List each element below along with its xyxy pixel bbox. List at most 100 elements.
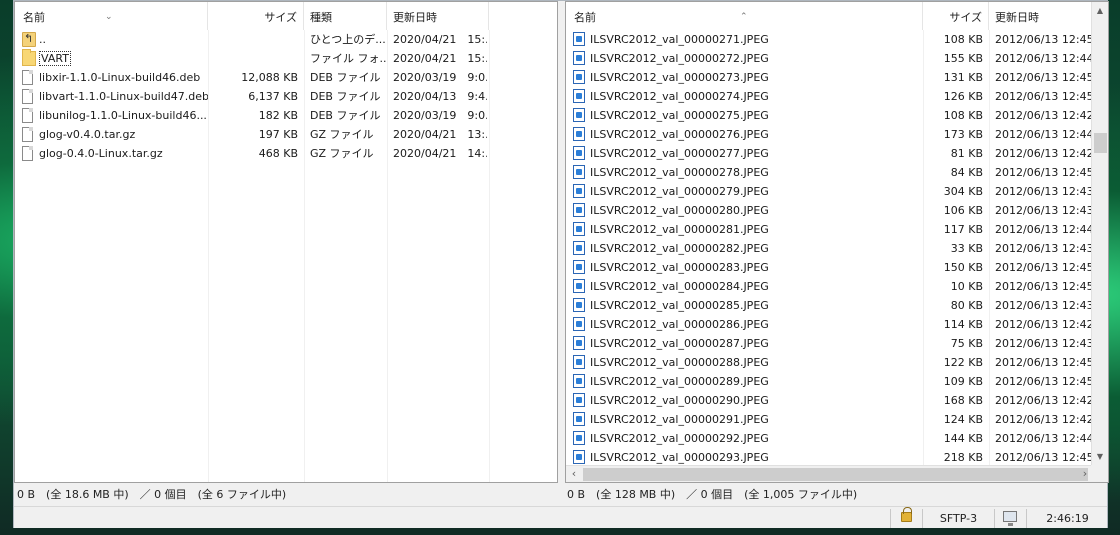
file-size: 75 KB xyxy=(950,337,983,350)
table-row[interactable]: ILSVRC2012_val_00000277.JPEG 81 KB 2012/06… xyxy=(566,144,1093,163)
table-row[interactable]: libunilog-1.1.0-Linux-build46.... 182 KB D… xyxy=(15,106,557,125)
encryption-status[interactable] xyxy=(890,507,922,528)
file-name: ILSVRC2012_val_00000285.JPEG xyxy=(590,299,769,312)
column-header-name[interactable]: 名前 ⌄ xyxy=(15,2,208,30)
file-name: libunilog-1.1.0-Linux-build46.... xyxy=(39,109,208,122)
file-type: ひとつ上のデ... xyxy=(310,33,386,46)
table-row[interactable]: ILSVRC2012_val_00000283.JPEG 150 KB 2012/0… xyxy=(566,258,1093,277)
image-file-icon xyxy=(573,222,585,236)
table-row[interactable]: ILSVRC2012_val_00000275.JPEG 108 KB 2012/0… xyxy=(566,106,1093,125)
table-row[interactable]: ILSVRC2012_val_00000291.JPEG 124 KB 2012/0… xyxy=(566,410,1093,429)
table-row[interactable]: ILSVRC2012_val_00000286.JPEG 114 KB 2012/0… xyxy=(566,315,1093,334)
file-modified: 2012/06/13 12:44:5 xyxy=(995,128,1093,141)
table-row[interactable]: ILSVRC2012_val_00000281.JPEG 117 KB 2012/0… xyxy=(566,220,1093,239)
image-file-icon xyxy=(573,165,585,179)
local-column-headers: 名前 ⌄ サイズ 種類 更新日時 xyxy=(15,2,557,30)
file-size: 168 KB xyxy=(943,394,983,407)
table-row[interactable]: ILSVRC2012_val_00000276.JPEG 173 KB 2012/0… xyxy=(566,125,1093,144)
file-modified: 2012/06/13 12:44:5 xyxy=(995,432,1093,445)
file-modified: 2020/04/21 15:... xyxy=(393,33,487,46)
table-row[interactable]: ILSVRC2012_val_00000292.JPEG 144 KB 2012/0… xyxy=(566,429,1093,448)
scroll-up-arrow-icon[interactable]: ▲ xyxy=(1092,2,1108,19)
table-row[interactable]: ILSVRC2012_val_00000279.JPEG 304 KB 2012/0… xyxy=(566,182,1093,201)
table-row[interactable]: VART ファイル フォ... 2020/04/21 15:... xyxy=(15,49,557,68)
column-header-type[interactable]: 種類 xyxy=(304,2,387,30)
file-size: 173 KB xyxy=(943,128,983,141)
file-type: GZ ファイル xyxy=(310,128,374,141)
file-modified: 2012/06/13 12:42:5 xyxy=(995,413,1093,426)
image-file-icon xyxy=(573,431,585,445)
table-row[interactable]: ILSVRC2012_val_00000273.JPEG 131 KB 2012/0… xyxy=(566,68,1093,87)
file-name: glog-v0.4.0.tar.gz xyxy=(39,128,136,141)
file-size: 150 KB xyxy=(943,261,983,274)
file-modified: 2012/06/13 12:45:2 xyxy=(995,90,1093,103)
table-row[interactable]: libvart-1.1.0-Linux-build47.deb 6,137 KB D… xyxy=(15,87,557,106)
scroll-left-arrow-icon[interactable]: ‹ xyxy=(566,466,582,482)
table-row[interactable]: ILSVRC2012_val_00000289.JPEG 109 KB 2012/0… xyxy=(566,372,1093,391)
vertical-scrollbar[interactable]: ▲ ▼ xyxy=(1091,2,1108,465)
file-name: ILSVRC2012_val_00000277.JPEG xyxy=(590,147,769,160)
file-size: 126 KB xyxy=(943,90,983,103)
file-size: 108 KB xyxy=(943,109,983,122)
table-row[interactable]: ILSVRC2012_val_00000288.JPEG 122 KB 2012/0… xyxy=(566,353,1093,372)
file-name: VART xyxy=(39,51,71,66)
column-header-modified[interactable]: 更新日時 xyxy=(387,2,489,30)
connection-indicator[interactable] xyxy=(994,509,1026,528)
table-row[interactable]: .. ひとつ上のデ... 2020/04/21 15:... xyxy=(15,29,557,49)
file-modified: 2012/06/13 12:44:3 xyxy=(995,52,1093,65)
lock-icon xyxy=(901,507,912,522)
local-status-text: 0 B (全 18.6 MB 中) ／ 0 個目 (全 6 ファイル中) xyxy=(17,488,287,501)
table-row[interactable]: ILSVRC2012_val_00000272.JPEG 155 KB 2012/0… xyxy=(566,49,1093,68)
file-modified: 2012/06/13 12:45:2 xyxy=(995,166,1093,179)
file-size: 117 KB xyxy=(943,223,983,236)
table-row[interactable]: ILSVRC2012_val_00000274.JPEG 126 KB 2012/0… xyxy=(566,87,1093,106)
column-header-size[interactable]: サイズ xyxy=(208,2,304,30)
file-size: 124 KB xyxy=(943,413,983,426)
column-header-size[interactable]: サイズ xyxy=(923,2,989,30)
table-row[interactable]: ILSVRC2012_val_00000280.JPEG 106 KB 2012/0… xyxy=(566,201,1093,220)
table-row[interactable]: ILSVRC2012_val_00000284.JPEG 10 KB 2012/06… xyxy=(566,277,1093,296)
sort-descending-icon: ⌄ xyxy=(105,12,113,22)
table-row[interactable]: glog-0.4.0-Linux.tar.gz 468 KB GZ ファイル 2020… xyxy=(15,144,557,163)
vertical-scroll-thumb[interactable] xyxy=(1094,133,1107,153)
scrollbar-corner xyxy=(1091,465,1108,482)
file-name: ILSVRC2012_val_00000290.JPEG xyxy=(590,394,769,407)
table-row[interactable]: ILSVRC2012_val_00000278.JPEG 84 KB 2012/06… xyxy=(566,163,1093,182)
file-modified: 2020/04/21 14:... xyxy=(393,147,487,160)
folder-icon xyxy=(22,49,36,66)
file-size: 12,088 KB xyxy=(241,71,298,84)
column-header-modified[interactable]: 更新日時 xyxy=(989,2,1093,30)
table-row[interactable]: ILSVRC2012_val_00000285.JPEG 80 KB 2012/06… xyxy=(566,296,1093,315)
file-name: ILSVRC2012_val_00000275.JPEG xyxy=(590,109,769,122)
remote-file-pane[interactable]: 名前 ⌃ サイズ 更新日時 ILSVRC2012_val_00000271.JP… xyxy=(565,1,1109,483)
file-size: 33 KB xyxy=(950,242,983,255)
file-icon xyxy=(22,146,33,161)
table-row[interactable]: ILSVRC2012_val_00000287.JPEG 75 KB 2012/06… xyxy=(566,334,1093,353)
horizontal-scroll-thumb[interactable] xyxy=(583,468,1088,481)
column-header-name[interactable]: 名前 ⌃ xyxy=(566,2,923,30)
horizontal-scrollbar[interactable]: ‹ › xyxy=(566,465,1093,482)
file-modified: 2020/04/13 9:4... xyxy=(393,90,487,103)
table-row[interactable]: libxir-1.1.0-Linux-build46.deb 12,088 KB D… xyxy=(15,68,557,87)
image-file-icon xyxy=(573,89,585,103)
file-name: ILSVRC2012_val_00000276.JPEG xyxy=(590,128,769,141)
image-file-icon xyxy=(573,51,585,65)
file-name: ILSVRC2012_val_00000283.JPEG xyxy=(590,261,769,274)
table-row[interactable]: ILSVRC2012_val_00000282.JPEG 33 KB 2012/06… xyxy=(566,239,1093,258)
table-row[interactable]: glog-v0.4.0.tar.gz 197 KB GZ ファイル 2020/04/2… xyxy=(15,125,557,144)
image-file-icon xyxy=(573,450,585,464)
scroll-down-arrow-icon[interactable]: ▼ xyxy=(1092,448,1108,465)
file-name: ILSVRC2012_val_00000286.JPEG xyxy=(590,318,769,331)
table-row[interactable]: ILSVRC2012_val_00000271.JPEG 108 KB 2012/0… xyxy=(566,30,1093,49)
file-modified: 2012/06/13 12:42:5 xyxy=(995,109,1093,122)
image-file-icon xyxy=(573,355,585,369)
remote-status-text: 0 B (全 128 MB 中) ／ 0 個目 (全 1,005 ファイル中) xyxy=(567,488,858,501)
file-size: 109 KB xyxy=(943,375,983,388)
image-file-icon xyxy=(573,336,585,350)
table-row[interactable]: ILSVRC2012_val_00000290.JPEG 168 KB 2012/0… xyxy=(566,391,1093,410)
image-file-icon xyxy=(573,317,585,331)
file-size: 10 KB xyxy=(950,280,983,293)
file-modified: 2020/04/21 15:... xyxy=(393,52,487,65)
file-modified: 2012/06/13 12:45:4 xyxy=(995,261,1093,274)
local-file-pane[interactable]: 名前 ⌄ サイズ 種類 更新日時 .. ひとつ上のデ... 2020/04/21 1… xyxy=(14,1,558,483)
